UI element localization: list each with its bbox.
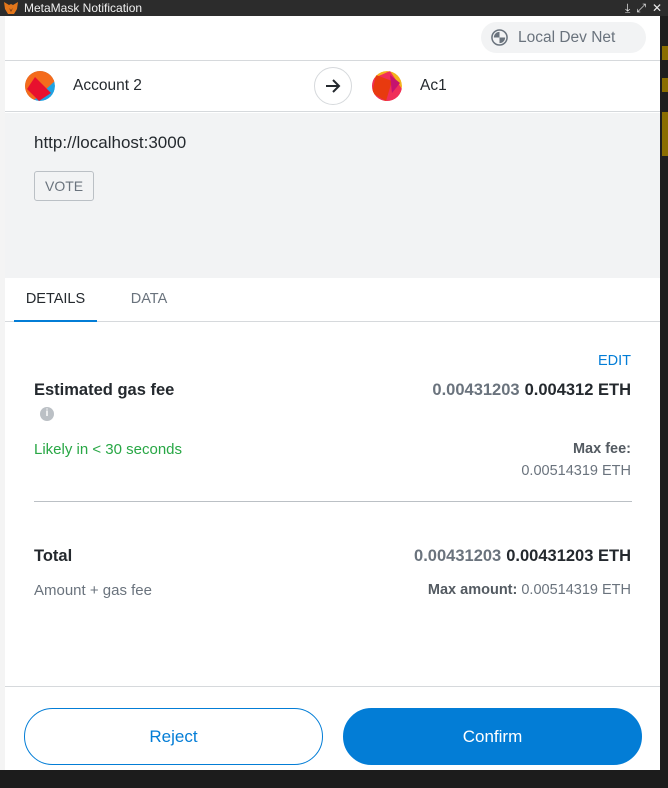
total-primary: 0.00431203 ETH	[506, 547, 631, 565]
recipient-identicon	[372, 71, 402, 101]
gas-fee-amount: 0.00431203 0.004312 ETH	[432, 381, 631, 400]
arrow-right-icon	[314, 67, 352, 105]
edit-gas-button[interactable]: EDIT	[598, 353, 631, 369]
divider	[34, 501, 632, 502]
info-icon[interactable]: i	[40, 407, 54, 421]
account-bar: Account 2 Ac1	[5, 60, 660, 112]
gas-fee-primary: 0.004312 ETH	[524, 381, 631, 399]
details-panel: EDIT Estimated gas fee i 0.00431203 0.004…	[5, 322, 660, 686]
max-amount-label: Max amount:	[427, 582, 518, 598]
background-app-bottom	[0, 770, 668, 788]
transaction-summary: http://localhost:3000 VOTE	[5, 113, 660, 278]
network-selector[interactable]: Local Dev Net	[481, 22, 646, 53]
background-highlight	[662, 112, 668, 156]
action-footer: Reject Confirm	[5, 686, 660, 770]
minimize-icon[interactable]: ⤓	[625, 1, 630, 16]
confirm-button[interactable]: Confirm	[343, 708, 642, 765]
network-bar: Local Dev Net	[5, 16, 660, 60]
gas-fee-label: Estimated gas fee	[34, 381, 175, 399]
total-amount: 0.00431203 0.00431203 ETH	[414, 547, 631, 566]
gas-timing: Likely in < 30 seconds	[34, 441, 183, 458]
close-icon[interactable]: ✕	[652, 1, 662, 15]
max-amount-row: Max amount: 0.00514319 ETH	[428, 582, 631, 598]
maximize-icon[interactable]: ⤢	[636, 1, 646, 16]
transaction-origin: http://localhost:3000	[34, 133, 187, 152]
background-highlight	[662, 46, 668, 60]
arrow-right-glyph	[326, 79, 341, 93]
tab-details[interactable]: DETAILS	[14, 278, 97, 322]
max-amount-value: 0.00514319 ETH	[521, 582, 631, 598]
window-titlebar: MetaMask Notification ⤓ ⤢ ✕	[0, 0, 668, 16]
metamask-fox-icon	[4, 2, 18, 14]
network-icon	[491, 29, 508, 46]
recipient-account[interactable]: Ac1	[372, 71, 447, 101]
sender-identicon	[25, 71, 55, 101]
max-fee-value: 0.00514319 ETH	[521, 463, 631, 479]
window-title: MetaMask Notification	[24, 1, 143, 15]
tab-bar: DETAILS DATA	[5, 278, 660, 322]
background-app-right	[660, 16, 668, 788]
background-highlight	[662, 78, 668, 92]
total-label: Total	[34, 547, 73, 565]
network-name: Local Dev Net	[518, 28, 616, 46]
sender-account-name: Account 2	[73, 77, 142, 94]
metamask-popup: Local Dev Net Account 2 Ac1 http://local…	[5, 16, 660, 770]
recipient-account-name: Ac1	[420, 77, 447, 94]
total-sub-label: Amount + gas fee	[34, 582, 152, 599]
max-fee-label-row: Max fee:	[573, 441, 631, 457]
reject-button[interactable]: Reject	[24, 708, 323, 765]
max-fee-label: Max fee:	[572, 441, 631, 457]
sender-account[interactable]: Account 2	[25, 71, 142, 101]
total-secondary: 0.00431203	[414, 547, 502, 565]
gas-fee-secondary: 0.00431203	[432, 381, 520, 399]
window-controls: ⤓ ⤢ ✕	[625, 0, 662, 16]
transaction-method-badge: VOTE	[34, 171, 95, 201]
tab-data[interactable]: DATA	[119, 278, 179, 322]
